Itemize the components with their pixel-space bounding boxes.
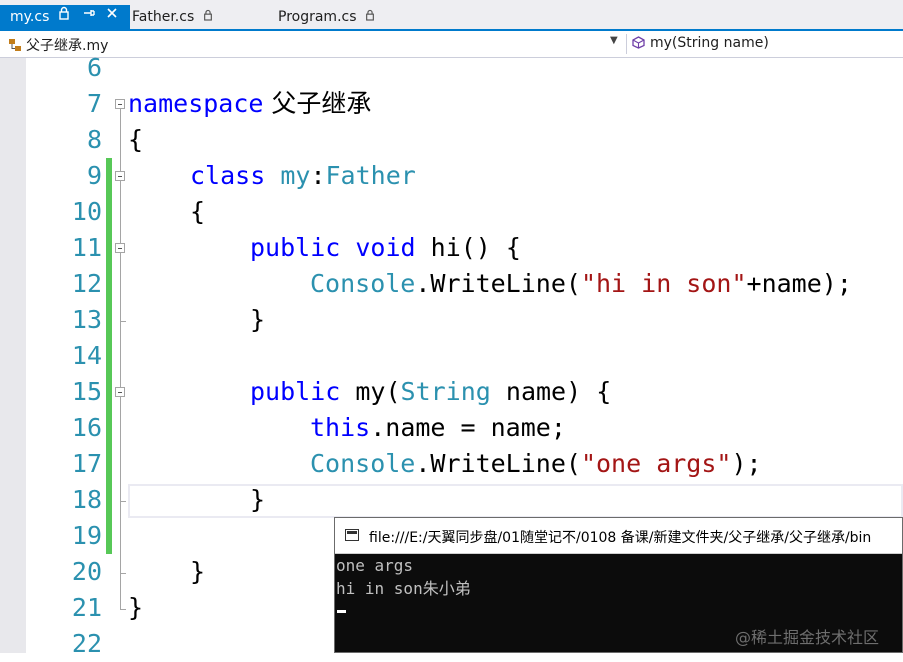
- close-icon[interactable]: [106, 5, 118, 29]
- tab-father-cs[interactable]: Father.cs: [132, 5, 213, 29]
- current-line-highlight: [128, 484, 903, 518]
- keyword: namespace: [128, 89, 264, 118]
- collapse-toggle[interactable]: [115, 171, 125, 181]
- brace: {: [190, 197, 206, 226]
- chevron-down-icon[interactable]: ▼: [610, 35, 618, 46]
- console-app-icon: [345, 529, 359, 541]
- collapse-toggle[interactable]: [115, 243, 125, 253]
- line-number: 21: [71, 593, 102, 622]
- code-line-11: public void hi() {: [250, 230, 521, 266]
- change-tracking-bar: [106, 158, 112, 554]
- expression: +name);: [746, 269, 852, 298]
- code-line-13: }: [250, 302, 265, 338]
- lock-icon: [58, 5, 70, 29]
- code-line-12: Console.WriteLine("hi in son"+name);: [310, 266, 852, 302]
- class-icon: [8, 38, 22, 52]
- code-line-15: public my(String name) {: [250, 374, 611, 410]
- selector-divider: [626, 34, 627, 54]
- brace: {: [128, 125, 144, 154]
- lock-icon: [365, 9, 375, 25]
- namespace-name: 父子继承: [263, 89, 372, 118]
- tab-label: Program.cs: [278, 9, 357, 25]
- tab-program-cs[interactable]: Program.cs: [278, 5, 375, 29]
- tab-label: my.cs: [10, 9, 50, 25]
- member-selector-label: my(String name): [650, 35, 769, 51]
- console-cursor: [337, 610, 346, 613]
- line-number: 14: [71, 341, 102, 370]
- tab-my-cs[interactable]: my.cs: [0, 5, 130, 31]
- line-number: 16: [71, 413, 102, 442]
- outline-guide: [120, 109, 121, 609]
- code-line-8: {: [128, 122, 143, 158]
- colon: :: [310, 161, 326, 190]
- pin-icon[interactable]: [82, 5, 96, 29]
- code-line-10: {: [190, 194, 205, 230]
- line-number: 7: [86, 89, 102, 118]
- watermark: @稀土掘金技术社区: [735, 628, 880, 647]
- method-call: .WriteLine(: [415, 449, 581, 478]
- line-number: 19: [71, 521, 102, 550]
- tab-label: Father.cs: [132, 9, 195, 25]
- type-name: Console: [310, 449, 416, 478]
- console-title: file:///E:/天翼同步盘/01随堂记不/0108 备课/新建文件夹/父子…: [369, 530, 872, 546]
- code-line-16: this.name = name;: [310, 410, 566, 446]
- brace: }: [250, 485, 266, 514]
- brace: }: [250, 305, 266, 334]
- line-number: 11: [71, 233, 102, 262]
- code-line-17: Console.WriteLine("one args");: [310, 446, 762, 482]
- navigation-bar: 父子继承.my ▼ my(String name): [0, 31, 903, 58]
- keyword: class: [190, 161, 266, 190]
- code-line-21: }: [128, 590, 143, 626]
- outline-guide-end: [120, 321, 126, 322]
- outline-guide-end: [120, 609, 126, 610]
- collapse-toggle[interactable]: [115, 387, 125, 397]
- method-call: .WriteLine(: [415, 269, 581, 298]
- parameter: name) {: [490, 377, 612, 406]
- line-number: 13: [71, 305, 102, 334]
- console-output-line: hi in son朱小弟: [336, 579, 471, 598]
- outline-guide-end: [120, 501, 126, 502]
- outline-guide-end: [120, 573, 126, 574]
- type-name: Father: [325, 161, 416, 190]
- type-name: String: [400, 377, 491, 406]
- line-number: 12: [71, 269, 102, 298]
- line-number: 15: [71, 377, 102, 406]
- line-number: 18: [71, 485, 102, 514]
- code-line-7: namespace 父子继承: [128, 86, 371, 122]
- line-number: 8: [86, 125, 102, 154]
- line-number: 9: [86, 161, 102, 190]
- method-icon: [632, 36, 645, 49]
- line-number: 17: [71, 449, 102, 478]
- brace: }: [128, 593, 144, 622]
- code-line-9: class my:Father: [190, 158, 416, 194]
- brace: }: [190, 557, 206, 586]
- method-name: my(: [340, 377, 401, 406]
- keyword: this: [310, 413, 371, 442]
- keyword: void: [355, 233, 416, 262]
- method-signature: hi() {: [415, 233, 521, 262]
- string-literal: "one args": [580, 449, 732, 478]
- line-number: 22: [71, 629, 102, 658]
- keyword: public: [250, 377, 341, 406]
- type-name: Console: [310, 269, 416, 298]
- keyword: public: [250, 233, 341, 262]
- code-line-20: }: [190, 554, 205, 590]
- code-line-18: }: [250, 482, 265, 518]
- line-number: 10: [71, 197, 102, 226]
- string-literal: "hi in son": [580, 269, 747, 298]
- line-number: 6: [86, 53, 102, 82]
- assignment: .name = name;: [370, 413, 566, 442]
- collapse-toggle[interactable]: [115, 99, 125, 109]
- console-output-line: one args: [336, 556, 414, 575]
- type-name: my: [280, 161, 311, 190]
- lock-icon: [203, 9, 213, 25]
- line-number: 20: [71, 557, 102, 586]
- indicator-margin: [0, 58, 26, 653]
- member-selector[interactable]: my(String name): [632, 35, 769, 51]
- document-tab-strip: my.cs Father.cs Program.cs: [0, 0, 903, 31]
- expression: );: [731, 449, 762, 478]
- console-title-bar[interactable]: file:///E:/天翼同步盘/01随堂记不/0108 备课/新建文件夹/父子…: [335, 518, 902, 554]
